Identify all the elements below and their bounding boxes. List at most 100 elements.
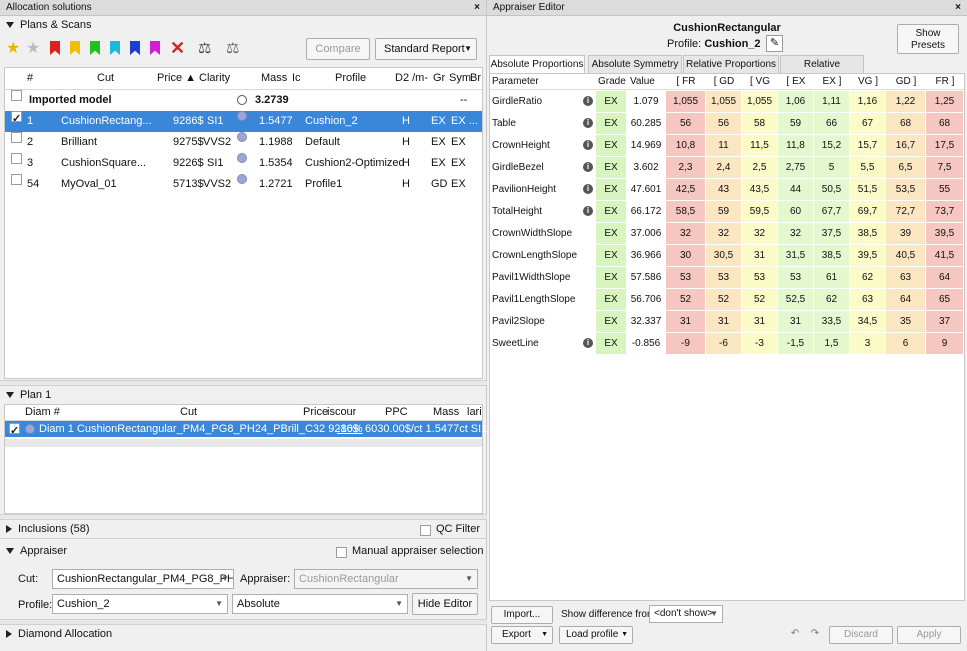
threshold-cell[interactable]: 43,5 — [742, 179, 778, 200]
col-clarity[interactable]: Clarity — [199, 68, 230, 88]
grid-row[interactable]: Pavil1WidthSlope EX 57.586 53 53 53 53 61 62 63 64 — [490, 267, 964, 288]
threshold-cell[interactable]: 38,5 — [850, 223, 886, 244]
qc-filter-checkbox[interactable] — [420, 525, 431, 536]
threshold-cell[interactable]: 59,5 — [742, 201, 778, 222]
threshold-cell[interactable]: 50,5 — [814, 179, 850, 200]
grid-row[interactable]: GirdleRatio i EX 1.079 1,055 1,055 1,055 1,06 1,… — [490, 91, 964, 112]
threshold-cell[interactable]: 38,5 — [814, 245, 850, 266]
threshold-cell[interactable]: 34,5 — [850, 311, 886, 332]
threshold-cell[interactable]: 52 — [666, 289, 706, 310]
threshold-cell[interactable]: 31 — [778, 311, 814, 332]
star-filled-icon[interactable]: ★ — [6, 41, 20, 57]
threshold-cell[interactable]: 2,5 — [742, 157, 778, 178]
threshold-cell[interactable]: 53 — [706, 267, 742, 288]
threshold-cell[interactable]: 42,5 — [666, 179, 706, 200]
threshold-cell[interactable]: 5 — [814, 157, 850, 178]
threshold-cell[interactable]: 11,5 — [742, 135, 778, 156]
info-icon[interactable]: i — [582, 201, 594, 222]
threshold-cell[interactable]: -1,5 — [778, 333, 814, 354]
threshold-cell[interactable]: -3 — [742, 333, 778, 354]
threshold-cell[interactable]: 72,7 — [886, 201, 926, 222]
sort-icon[interactable]: ⚖ — [198, 39, 212, 57]
threshold-cell[interactable]: 17,5 — [926, 135, 964, 156]
row-checkbox[interactable] — [9, 423, 20, 434]
cut-select[interactable]: CushionRectangular_PM4_PG8_PH2 ▼ — [52, 569, 234, 589]
threshold-cell[interactable]: 1,055 — [742, 91, 778, 112]
show-presets-button[interactable]: Show Presets — [897, 24, 959, 54]
horizontal-scrollbar[interactable] — [5, 439, 482, 447]
threshold-cell[interactable]: 2,4 — [706, 157, 742, 178]
threshold-cell[interactable]: 1,06 — [778, 91, 814, 112]
threshold-cell[interactable]: 31 — [706, 311, 742, 332]
col-price[interactable]: Price ▲ — [157, 68, 196, 88]
threshold-cell[interactable]: 6 — [886, 333, 926, 354]
grid-row[interactable]: Pavil2Slope EX 32.337 31 31 31 31 33,5 34,5 35 37 — [490, 311, 964, 332]
threshold-cell[interactable]: 62 — [850, 267, 886, 288]
undo-icon[interactable]: ↶ — [786, 626, 804, 644]
bookmark-red-icon[interactable] — [50, 41, 60, 55]
threshold-cell[interactable]: 32 — [666, 223, 706, 244]
threshold-cell[interactable]: 52 — [742, 289, 778, 310]
threshold-cell[interactable]: 53,5 — [886, 179, 926, 200]
table-row[interactable]: 1 CushionRectang... 9286$ SI1 1.5477 Cus… — [5, 111, 482, 132]
threshold-cell[interactable]: 55 — [926, 179, 964, 200]
info-icon[interactable]: i — [582, 91, 594, 112]
threshold-cell[interactable]: 1,055 — [706, 91, 742, 112]
clear-marks-icon[interactable]: ✕ — [170, 38, 185, 58]
threshold-cell[interactable]: 3 — [850, 333, 886, 354]
table-row[interactable]: 3 CushionSquare... 9226$ SI1 1.5354 Cush… — [5, 153, 482, 174]
threshold-cell[interactable]: 63 — [886, 267, 926, 288]
threshold-cell[interactable]: 32 — [778, 223, 814, 244]
threshold-cell[interactable]: 56 — [666, 113, 706, 134]
manual-appraiser-checkbox[interactable] — [336, 547, 347, 558]
grid-row[interactable]: PavilionHeight i EX 47.601 42,5 43 43,5 44 50,5 5… — [490, 179, 964, 200]
threshold-cell[interactable]: 58,5 — [666, 201, 706, 222]
threshold-cell[interactable]: 31 — [742, 311, 778, 332]
threshold-cell[interactable]: 64 — [926, 267, 964, 288]
threshold-cell[interactable]: 52 — [706, 289, 742, 310]
threshold-cell[interactable]: 1,22 — [886, 91, 926, 112]
threshold-cell[interactable]: 30,5 — [706, 245, 742, 266]
info-icon[interactable]: i — [582, 157, 594, 178]
threshold-cell[interactable]: 1,5 — [814, 333, 850, 354]
plans-scans-header[interactable]: Plans & Scans — [0, 16, 486, 35]
plan1-header[interactable]: Plan 1 — [0, 386, 487, 405]
threshold-cell[interactable]: 59 — [706, 201, 742, 222]
threshold-cell[interactable]: 1,25 — [926, 91, 964, 112]
threshold-cell[interactable]: 5,5 — [850, 157, 886, 178]
threshold-cell[interactable]: 39 — [886, 223, 926, 244]
threshold-cell[interactable]: 68 — [886, 113, 926, 134]
threshold-cell[interactable]: 59 — [778, 113, 814, 134]
col-ic[interactable]: Ic — [292, 68, 301, 88]
threshold-cell[interactable]: 1,11 — [814, 91, 850, 112]
threshold-cell[interactable]: 16,7 — [886, 135, 926, 156]
threshold-cell[interactable]: 73,7 — [926, 201, 964, 222]
threshold-cell[interactable]: 1,055 — [666, 91, 706, 112]
grid-row[interactable]: CrownHeight i EX 14.969 10,8 11 11,5 11,8 15,2 15… — [490, 135, 964, 156]
threshold-cell[interactable]: 53 — [778, 267, 814, 288]
threshold-cell[interactable]: 1,16 — [850, 91, 886, 112]
bookmark-blue-icon[interactable] — [130, 41, 140, 55]
threshold-cell[interactable]: 65 — [926, 289, 964, 310]
threshold-cell[interactable]: 31,5 — [778, 245, 814, 266]
diamond-allocation-header[interactable]: Diamond Allocation — [0, 625, 487, 644]
threshold-cell[interactable]: 37 — [926, 311, 964, 332]
threshold-cell[interactable]: 2,75 — [778, 157, 814, 178]
grid-row[interactable]: Table i EX 60.285 56 56 58 59 66 67 68 68 — [490, 113, 964, 134]
discard-button[interactable]: Discard — [829, 626, 893, 644]
grid-row[interactable]: Pavil1LengthSlope EX 56.706 52 52 52 52,5 62 63 6… — [490, 289, 964, 310]
threshold-cell[interactable]: 33,5 — [814, 311, 850, 332]
col-d2[interactable]: D2 /m- — [395, 68, 428, 88]
grid-row[interactable]: CrownLengthSlope EX 36.966 30 30,5 31 31,5 38,5… — [490, 245, 964, 266]
hide-editor-button[interactable]: Hide Editor — [412, 593, 478, 615]
threshold-cell[interactable]: 67 — [850, 113, 886, 134]
balance-icon[interactable]: ⚖ — [226, 39, 240, 57]
grid-row[interactable]: CrownWidthSlope EX 37.006 32 32 32 32 37,5 38,5 3… — [490, 223, 964, 244]
row-checkbox[interactable] — [11, 111, 22, 122]
threshold-cell[interactable]: 39,5 — [850, 245, 886, 266]
row-checkbox[interactable] — [11, 90, 22, 101]
allocation-close-icon[interactable]: × — [474, 0, 480, 15]
inclusions-header[interactable]: Inclusions (58) QC Filter — [0, 520, 487, 539]
threshold-cell[interactable]: 60 — [778, 201, 814, 222]
info-icon[interactable]: i — [582, 135, 594, 156]
